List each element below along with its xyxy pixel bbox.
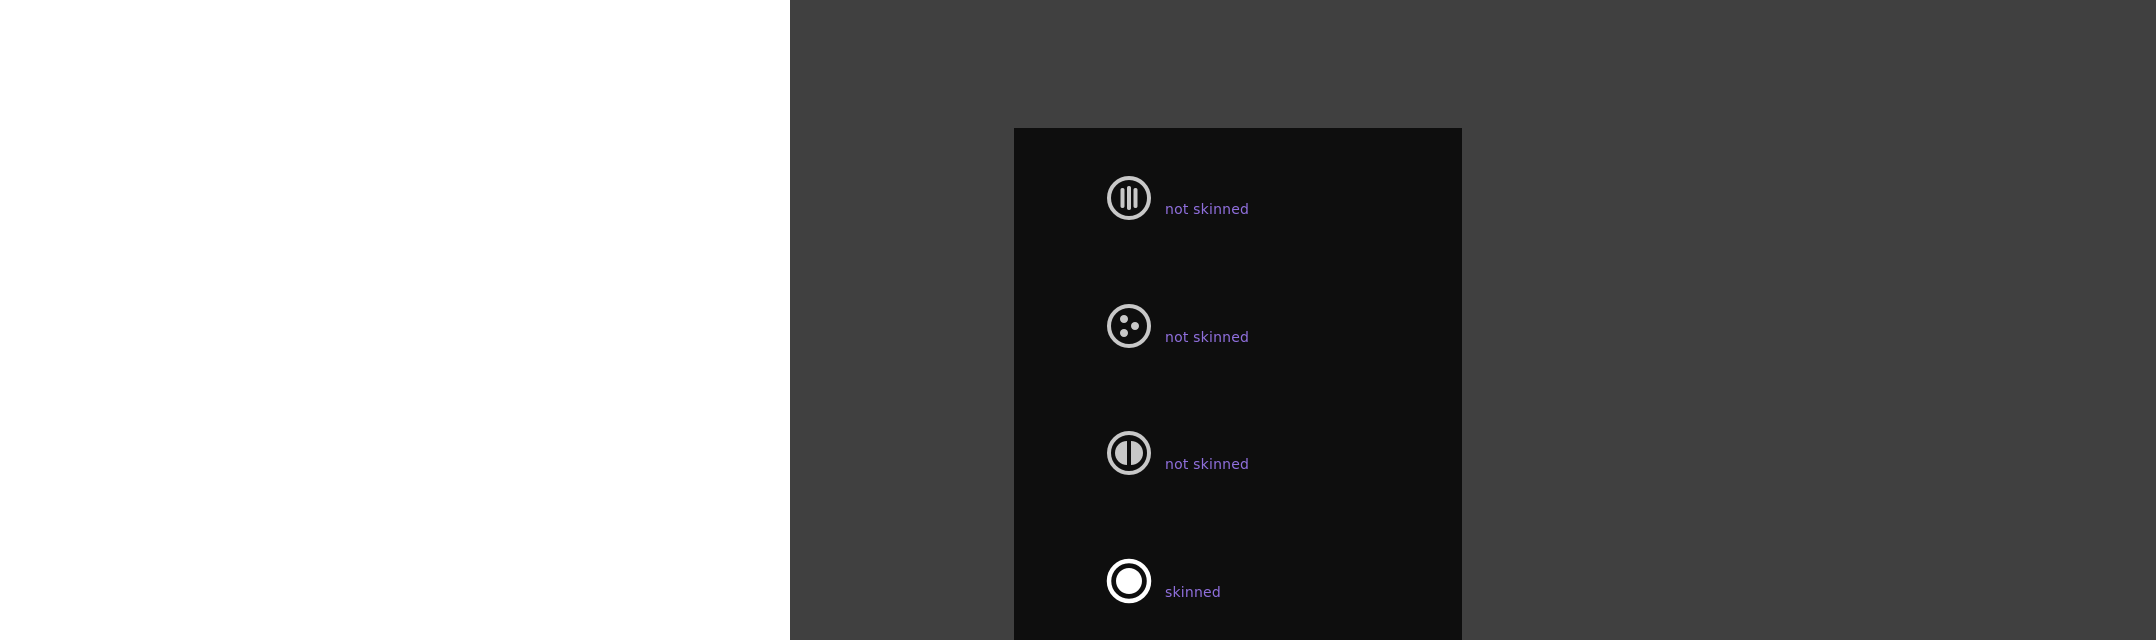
- stage: not skinned not skinned not skinned skin…: [790, 0, 2156, 640]
- blank-area: [0, 0, 790, 640]
- list-item[interactable]: skinned: [1014, 557, 1462, 617]
- list-item[interactable]: not skinned: [1014, 429, 1462, 489]
- list-item[interactable]: not skinned: [1014, 174, 1462, 234]
- item-label: not skinned: [1165, 330, 1250, 346]
- button-panel: not skinned not skinned not skinned skin…: [1014, 128, 1462, 640]
- item-label: not skinned: [1165, 202, 1250, 218]
- page: not skinned not skinned not skinned skin…: [0, 0, 2156, 640]
- half-circle-icon[interactable]: [1105, 429, 1153, 477]
- pause-bars-icon[interactable]: [1105, 174, 1153, 222]
- record-icon[interactable]: [1105, 557, 1153, 605]
- list-item[interactable]: not skinned: [1014, 302, 1462, 362]
- item-label: not skinned: [1165, 457, 1250, 473]
- item-label: skinned: [1165, 585, 1221, 601]
- dots-icon[interactable]: [1105, 302, 1153, 350]
